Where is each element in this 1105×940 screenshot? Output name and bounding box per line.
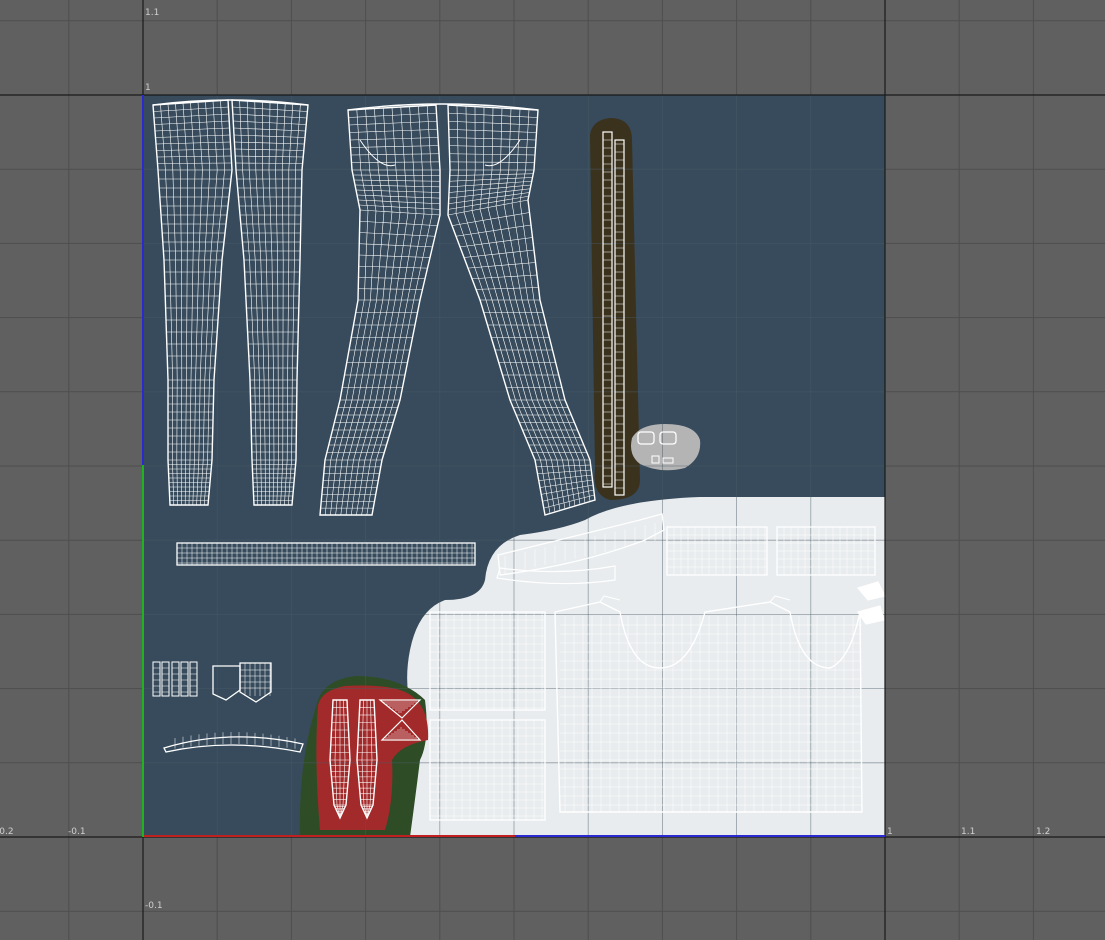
uv-editor-viewport[interactable]: 1.1 1 -0.1 -0.2 -0.1 1 1.1 1.2 — [0, 0, 1105, 940]
uv-grid-canvas[interactable] — [0, 0, 1105, 940]
